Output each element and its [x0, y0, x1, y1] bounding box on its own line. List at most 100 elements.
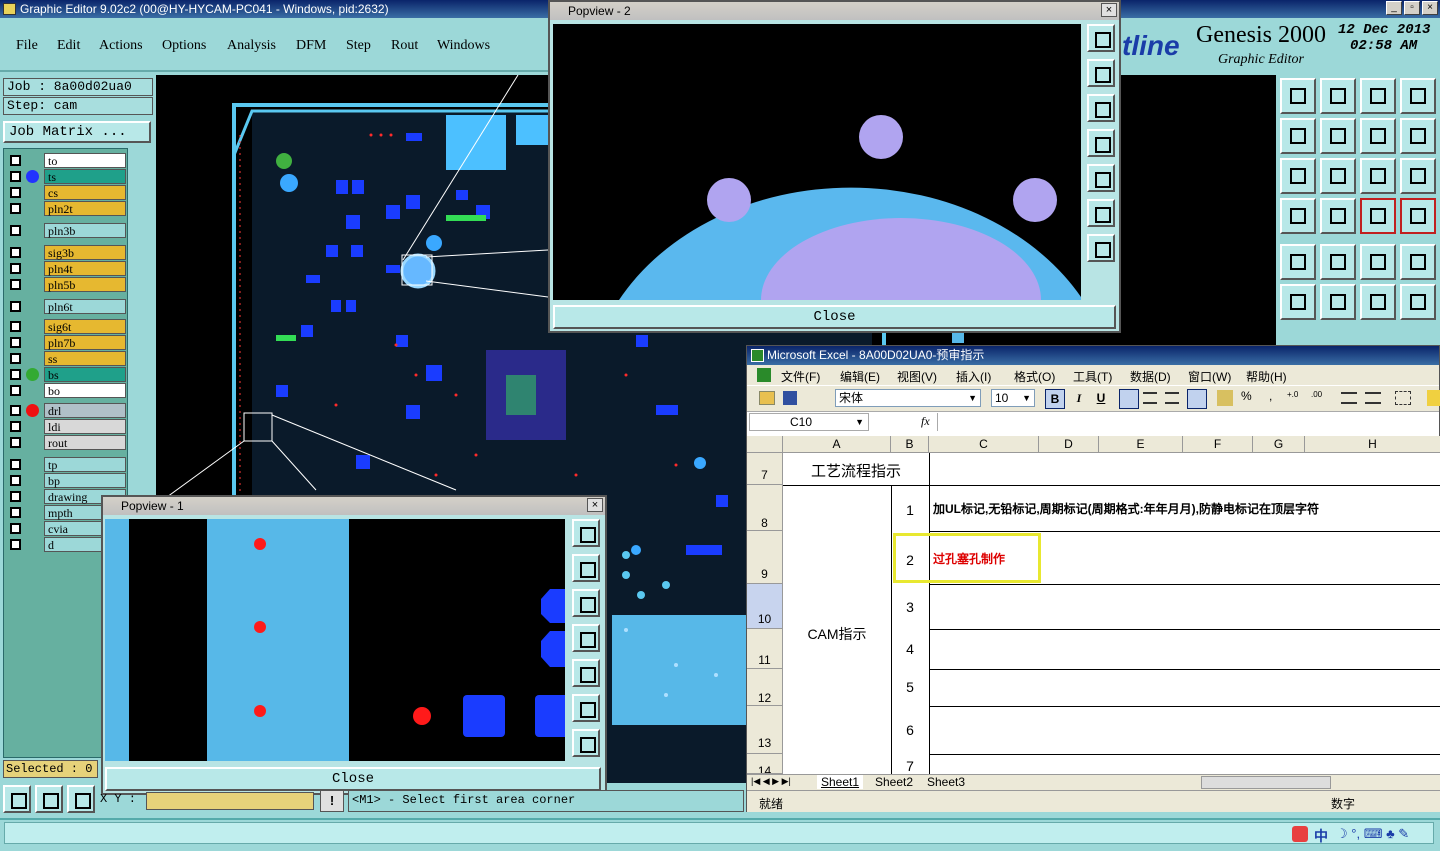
ime-language[interactable]: 中: [1314, 826, 1328, 846]
step-out-icon[interactable]: [1320, 118, 1356, 154]
layer-row-sig3b[interactable]: sig3b: [8, 245, 126, 260]
layer-name[interactable]: bs: [44, 367, 126, 382]
cross-icon[interactable]: [1320, 284, 1356, 320]
spreadsheet-grid[interactable]: A B C D E F G H 7 8 9 10 11 12 13 14 工艺流…: [747, 436, 1440, 774]
column-header[interactable]: A: [783, 436, 891, 453]
popview-1-canvas[interactable]: [105, 519, 565, 761]
excel-menu-help[interactable]: 帮助(H): [1246, 368, 1287, 385]
page-left-icon[interactable]: [572, 624, 600, 652]
font-size-box[interactable]: 10 ▼: [991, 389, 1035, 407]
menu-windows[interactable]: Windows: [437, 38, 490, 54]
ime-logo-icon[interactable]: [1292, 826, 1308, 842]
column-header[interactable]: G: [1253, 436, 1305, 453]
menu-step[interactable]: Step: [346, 38, 371, 54]
layer-name[interactable]: ldi: [44, 419, 126, 434]
align-center-icon[interactable]: [1143, 392, 1157, 404]
column-header[interactable]: E: [1099, 436, 1183, 453]
font-name-box[interactable]: 宋体 ▼: [835, 389, 981, 407]
net-icon[interactable]: [1280, 284, 1316, 320]
home-icon[interactable]: [1280, 78, 1316, 114]
row-header[interactable]: 11: [747, 629, 783, 669]
layer-checkbox[interactable]: [10, 171, 21, 182]
sheet-tab-2[interactable]: Sheet2: [871, 775, 917, 789]
fit-view-icon[interactable]: [1087, 24, 1115, 52]
sheet-tab-1[interactable]: Sheet1: [817, 775, 864, 789]
column-header[interactable]: C: [929, 436, 1039, 453]
job-matrix-button[interactable]: Job Matrix ...: [3, 121, 151, 143]
column-header[interactable]: D: [1039, 436, 1099, 453]
down-icon[interactable]: [1320, 78, 1356, 114]
fill-color-icon[interactable]: [1427, 390, 1440, 406]
rotate-icon[interactable]: [1360, 118, 1396, 154]
excel-menu-tools[interactable]: 工具(T): [1073, 368, 1112, 385]
layer-row-pln7b[interactable]: pln7b: [8, 335, 126, 350]
comma-icon[interactable]: ,: [1269, 389, 1272, 403]
layer-name[interactable]: pln2t: [44, 201, 126, 216]
layer-name[interactable]: sig3b: [44, 245, 126, 260]
layer-checkbox[interactable]: [10, 353, 21, 364]
column-header[interactable]: B: [891, 436, 929, 453]
row-header[interactable]: 13: [747, 706, 783, 754]
align-right-icon[interactable]: [1165, 392, 1179, 404]
house-icon[interactable]: [1360, 78, 1396, 114]
menu-file[interactable]: File: [16, 38, 38, 54]
popview-2-close-button[interactable]: Close: [553, 305, 1116, 329]
outdent-icon[interactable]: [1341, 392, 1357, 404]
page-up-icon[interactable]: [572, 554, 600, 582]
maximize-button[interactable]: ▫: [1404, 1, 1420, 15]
layer-checkbox[interactable]: [10, 247, 21, 258]
popview-1-close-x[interactable]: ×: [587, 498, 603, 512]
layer-name[interactable]: cs: [44, 185, 126, 200]
layer-row-ldi[interactable]: ldi: [8, 419, 126, 434]
layer-name[interactable]: ts: [44, 169, 126, 184]
help-icon[interactable]: [1400, 158, 1436, 194]
increase-decimal-icon[interactable]: +.0: [1287, 390, 1305, 406]
excel-menu-edit[interactable]: 编辑(E): [840, 368, 880, 385]
layer-checkbox[interactable]: [10, 301, 21, 312]
align-left-icon[interactable]: [1119, 389, 1139, 409]
popview-1-close-button[interactable]: Close: [105, 767, 601, 791]
italic-button[interactable]: I: [1069, 389, 1089, 409]
excel-menu-data[interactable]: 数据(D): [1130, 368, 1171, 385]
menu-analysis[interactable]: Analysis: [227, 38, 276, 54]
horizontal-scrollbar[interactable]: [1201, 776, 1331, 789]
column-header[interactable]: H: [1305, 436, 1440, 453]
layer-checkbox[interactable]: [10, 187, 21, 198]
coordinate-field[interactable]: [146, 792, 314, 810]
layer-name[interactable]: pln3b: [44, 223, 126, 238]
select-all-corner[interactable]: [747, 436, 783, 453]
menu-dfm[interactable]: DFM: [296, 38, 326, 54]
minimize-button[interactable]: _: [1386, 1, 1402, 15]
ruler-icon[interactable]: [1360, 244, 1396, 280]
excel-menu-window[interactable]: 窗口(W): [1188, 368, 1231, 385]
fit-icon[interactable]: [1280, 158, 1316, 194]
zoom-icon[interactable]: [1320, 158, 1356, 194]
layer-row-tp[interactable]: tp: [8, 457, 126, 472]
layer-name[interactable]: sig6t: [44, 319, 126, 334]
excel-menu-view[interactable]: 视图(V): [897, 368, 937, 385]
borders-icon[interactable]: [1395, 391, 1411, 405]
row-header[interactable]: 10: [747, 584, 783, 629]
s-curve-icon[interactable]: [1400, 118, 1436, 154]
layer-row-bp[interactable]: bp: [8, 473, 126, 488]
formula-input[interactable]: [937, 413, 1437, 431]
layer-row-pln4t[interactable]: pln4t: [8, 261, 126, 276]
select-tool-icon[interactable]: [3, 785, 31, 813]
zoom-out-icon[interactable]: [1087, 199, 1115, 227]
ime-tray-icons[interactable]: ☽ °, ⌨ ♣ ✎: [1336, 826, 1409, 842]
layer-name[interactable]: pln6t: [44, 299, 126, 314]
layer-checkbox[interactable]: [10, 437, 21, 448]
frame-icon[interactable]: [1400, 244, 1436, 280]
menu-actions[interactable]: Actions: [99, 38, 143, 54]
layer-checkbox[interactable]: [10, 321, 21, 332]
layer-name[interactable]: rout: [44, 435, 126, 450]
row-header[interactable]: 12: [747, 669, 783, 706]
sheet-nav-icons[interactable]: |◀ ◀ ▶ ▶|: [751, 776, 791, 787]
bold-button[interactable]: B: [1045, 389, 1065, 409]
layer-row-drl[interactable]: drl: [8, 403, 126, 418]
layer-row-sig6t[interactable]: sig6t: [8, 319, 126, 334]
layer-name[interactable]: tp: [44, 457, 126, 472]
close-window-button[interactable]: ×: [1422, 1, 1438, 15]
row-header[interactable]: 8: [747, 485, 783, 531]
sheet-tab-3[interactable]: Sheet3: [923, 775, 969, 789]
